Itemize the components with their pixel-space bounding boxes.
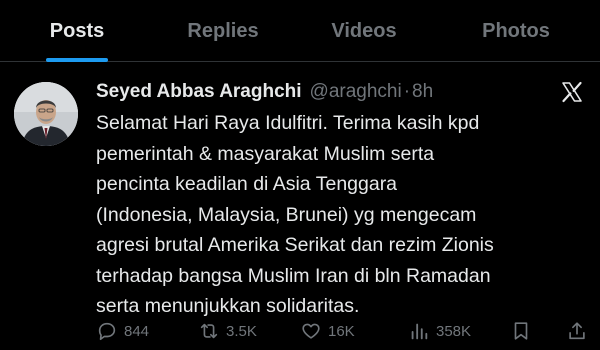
tweet-header: Seyed Abbas Araghchi @araghchi · 8h (96, 78, 536, 106)
avatar-photo (14, 82, 78, 146)
tab-posts[interactable]: Posts (36, 0, 118, 62)
author-display-name[interactable]: Seyed Abbas Araghchi (96, 81, 302, 103)
profile-tabs: Posts Replies Videos Photos (0, 0, 600, 62)
like-count: 16K (328, 322, 355, 340)
tweet-time[interactable]: 8h (412, 81, 433, 103)
views-count: 358K (436, 322, 472, 340)
bookmark-button[interactable] (510, 316, 538, 346)
tweet-actions: 844 3.5K 16K 358K (0, 316, 600, 346)
reply-button[interactable]: 844 (96, 316, 149, 346)
repost-icon (200, 323, 218, 339)
bookmark-icon (514, 322, 528, 340)
repost-count: 3.5K (226, 322, 257, 340)
avatar[interactable] (14, 82, 78, 146)
tab-videos-label: Videos (331, 19, 397, 42)
views-button[interactable]: 358K (408, 316, 471, 346)
tab-replies[interactable]: Replies (170, 0, 276, 62)
tab-replies-label: Replies (187, 19, 259, 42)
tab-videos[interactable]: Videos (316, 0, 412, 62)
like-button[interactable]: 16K (300, 316, 355, 346)
heart-icon (302, 323, 320, 339)
views-chart-icon (411, 323, 428, 340)
author-handle[interactable]: @araghchi (310, 81, 402, 103)
tab-photos-label: Photos (482, 19, 550, 42)
reply-count: 844 (124, 322, 150, 340)
x-logo-icon (560, 80, 584, 104)
repost-button[interactable]: 3.5K (198, 316, 257, 346)
header-separator: · (403, 81, 411, 102)
tab-photos[interactable]: Photos (466, 0, 566, 62)
tab-posts-label: Posts (49, 19, 105, 42)
share-button[interactable] (566, 316, 594, 346)
share-icon (569, 322, 585, 340)
tab-active-indicator (46, 58, 108, 62)
tweet-text: Selamat Hari Raya Idulfitri. Terima kasi… (96, 112, 494, 317)
reply-icon (98, 322, 116, 341)
